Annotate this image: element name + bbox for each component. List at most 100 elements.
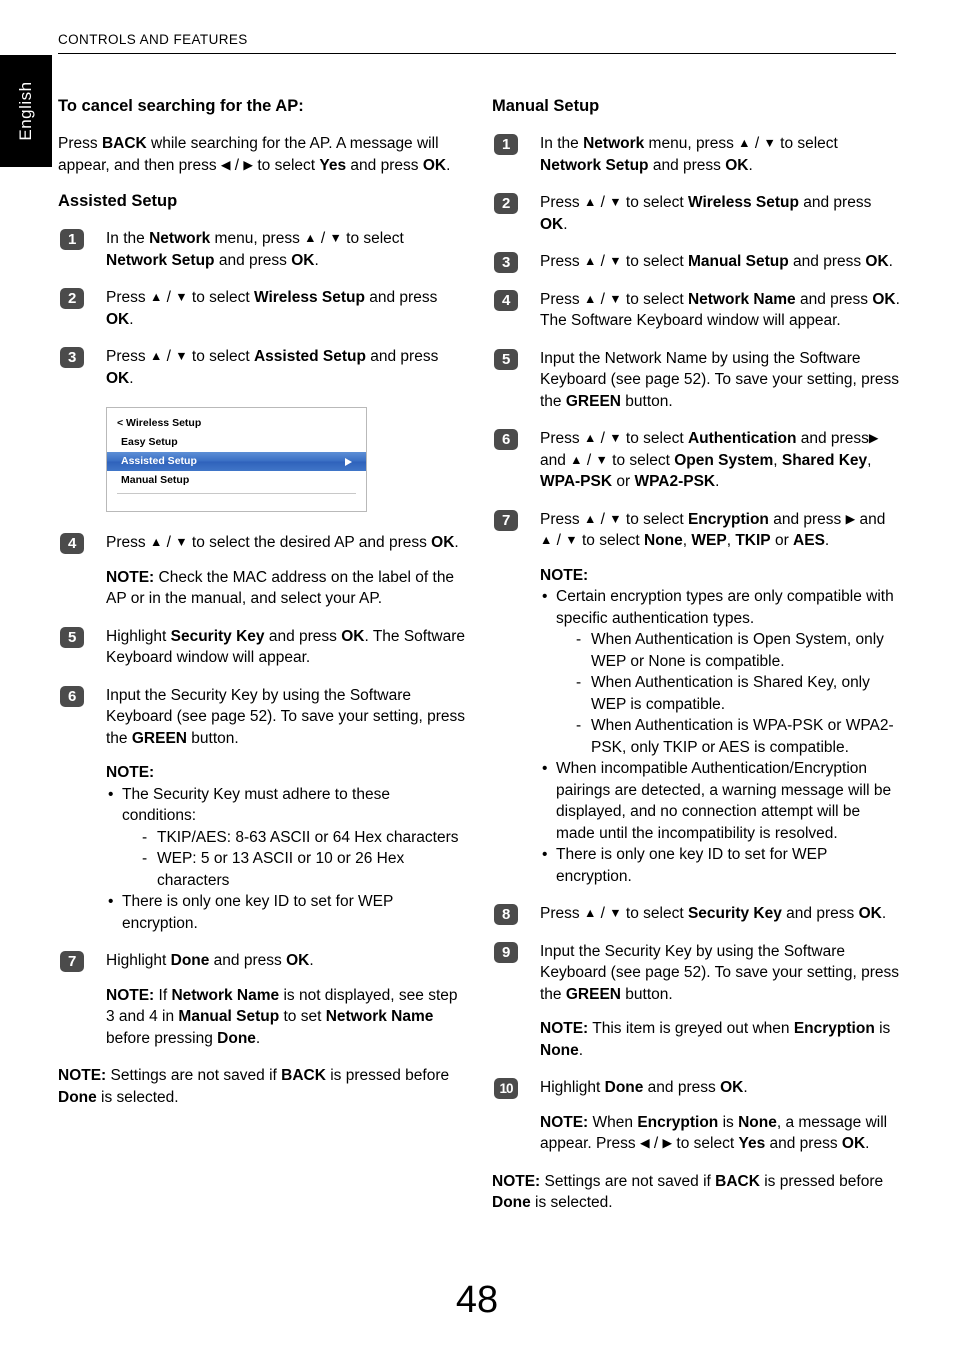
text-fragment: .	[748, 156, 753, 174]
text-fragment: to select	[621, 905, 688, 922]
step-paragraph: Press ▲ / ▼ to select Manual Setup and p…	[540, 251, 902, 273]
note-sub-list: TKIP/AES: 8-63 ASCII or 64 Hex character…	[122, 827, 468, 892]
menu-done: Done	[217, 1029, 256, 1047]
step-item: 6 Press ▲ / ▼ to select Authentication a…	[492, 428, 902, 493]
text-fragment: .	[129, 310, 134, 328]
step-paragraph: Input the Network Name by using the Soft…	[540, 348, 902, 413]
note-bullet: Certain encryption types are only compat…	[540, 586, 902, 758]
text-fragment: /	[582, 451, 596, 469]
text-fragment: Press	[106, 534, 150, 551]
text-fragment: .	[743, 1079, 748, 1096]
text-fragment: Highlight	[540, 1079, 605, 1096]
key-ok: OK	[865, 253, 889, 270]
menu-encryption: Encryption	[637, 1113, 719, 1131]
text-fragment: /	[230, 156, 244, 174]
step-text: Press ▲ / ▼ to select Wireless Setup and…	[106, 287, 468, 330]
step-badge: 9	[494, 941, 518, 963]
text-fragment: is selected.	[530, 1194, 613, 1211]
text-fragment: and press	[798, 194, 872, 211]
note-bullet-list: The Security Key must adhere to these co…	[106, 784, 468, 935]
step-item: 4 Press ▲ / ▼ to select Network Name and…	[492, 289, 902, 332]
arrow-right-icon: ▶	[662, 1136, 673, 1150]
text-fragment: is	[718, 1113, 739, 1131]
step-item: 7 Highlight Done and press OK. NOTE: If …	[58, 950, 468, 1049]
menu-assisted-setup: Assisted Setup	[253, 348, 366, 365]
note-label: NOTE:	[58, 1067, 107, 1084]
note-label: NOTE:	[106, 986, 155, 1004]
arrow-up-icon: ▲	[583, 906, 597, 920]
step-note: NOTE: When Encryption is None, a message…	[540, 1112, 902, 1155]
menu-encryption: Encryption	[793, 1020, 875, 1037]
osd-menu-item-easy-setup[interactable]: Easy Setup	[107, 433, 366, 452]
step-item: 1 In the Network menu, press ▲ / ▼ to se…	[58, 228, 468, 271]
note-label: NOTE:	[492, 1172, 541, 1190]
arrow-up-icon: ▲	[304, 231, 317, 245]
step-paragraph: Press ▲ / ▼ to select Wireless Setup and…	[106, 287, 468, 330]
text-fragment: is	[874, 1020, 891, 1037]
step-paragraph: In the Network menu, press ▲ / ▼ to sele…	[540, 133, 902, 176]
osd-menu-item-manual-setup[interactable]: Manual Setup	[107, 471, 366, 490]
menu-done: Done	[492, 1194, 531, 1211]
text-fragment: ,	[867, 451, 872, 469]
step-badge: 10	[494, 1078, 518, 1099]
step-text: Highlight Done and press OK. NOTE: If Ne…	[106, 950, 468, 1049]
step-note: NOTE:	[106, 762, 468, 784]
text-fragment: .	[446, 156, 451, 174]
menu-encryption: Encryption	[687, 510, 769, 528]
key-ok: OK	[841, 1135, 866, 1152]
text-fragment: to select	[187, 289, 254, 306]
menu-security-key: Security Key	[687, 905, 782, 922]
osd-item-label: Easy Setup	[121, 436, 178, 448]
option-tkip: TKIP	[735, 532, 771, 549]
step-text: Press ▲ / ▼ to select Assisted Setup and…	[106, 346, 468, 389]
arrow-right-icon: ▶	[243, 157, 254, 172]
note-bullet: The Security Key must adhere to these co…	[106, 784, 468, 892]
arrow-up-icon: ▲	[149, 349, 163, 363]
text-fragment: and press	[364, 289, 438, 306]
step-note: NOTE: If Network Name is not displayed, …	[106, 985, 468, 1050]
menu-manual-setup: Manual Setup	[687, 253, 789, 270]
osd-empty-area	[107, 494, 366, 511]
option-wep: WEP	[691, 532, 727, 549]
step-badge: 3	[494, 252, 518, 273]
step-paragraph: Press ▲ / ▼ to select Security Key and p…	[540, 903, 902, 925]
arrow-up-icon: ▲	[149, 535, 163, 549]
step-item: 4 Press ▲ / ▼ to select the desired AP a…	[58, 532, 468, 610]
arrow-down-icon: ▼	[609, 906, 622, 920]
step-text: Press ▲ / ▼ to select Manual Setup and p…	[540, 251, 902, 273]
text-fragment: to select	[577, 532, 645, 549]
step-text: Press ▲ / ▼ to select Network Name and p…	[540, 289, 902, 332]
text-fragment: to select	[621, 253, 688, 270]
step-item: 9 Input the Security Key by using the So…	[492, 941, 902, 1062]
note-label: NOTE:	[540, 566, 589, 584]
text-fragment: to select	[187, 348, 254, 365]
text-fragment: and press	[788, 253, 866, 270]
step-text: Press ▲ / ▼ to select Authentication and…	[540, 428, 902, 493]
step-badge: 2	[60, 288, 84, 309]
text-fragment: and press	[648, 156, 726, 174]
option-yes: Yes	[738, 1135, 766, 1152]
step-item: 7 Press ▲ / ▼ to select Encryption and p…	[492, 509, 902, 888]
text-fragment: .	[715, 473, 720, 490]
text-fragment: is selected.	[96, 1088, 179, 1106]
text-fragment: /	[596, 430, 610, 447]
left-final-note: NOTE: Settings are not saved if BACK is …	[58, 1065, 468, 1108]
text-fragment: and	[540, 451, 571, 469]
text-fragment: /	[649, 1135, 663, 1152]
step-text: Press ▲ / ▼ to select the desired AP and…	[106, 532, 468, 610]
arrow-up-icon: ▲	[149, 290, 163, 304]
text-fragment: to select the desired AP and press	[187, 534, 432, 551]
text-fragment: /	[162, 534, 176, 551]
arrow-down-icon: ▼	[175, 290, 188, 304]
menu-done: Done	[604, 1079, 644, 1096]
option-none: None	[738, 1113, 777, 1131]
menu-done: Done	[170, 952, 210, 969]
osd-menu-title: < Wireless Setup	[117, 417, 202, 429]
text-fragment: Press	[540, 510, 584, 528]
text-fragment: Press	[540, 430, 584, 447]
osd-menu-item-assisted-setup[interactable]: Assisted Setup	[107, 452, 366, 471]
text-fragment: In the	[540, 135, 584, 152]
text-fragment: and press	[795, 290, 873, 308]
note-label: NOTE:	[540, 1113, 589, 1131]
option-wpa2-psk: WPA2-PSK	[634, 473, 716, 490]
